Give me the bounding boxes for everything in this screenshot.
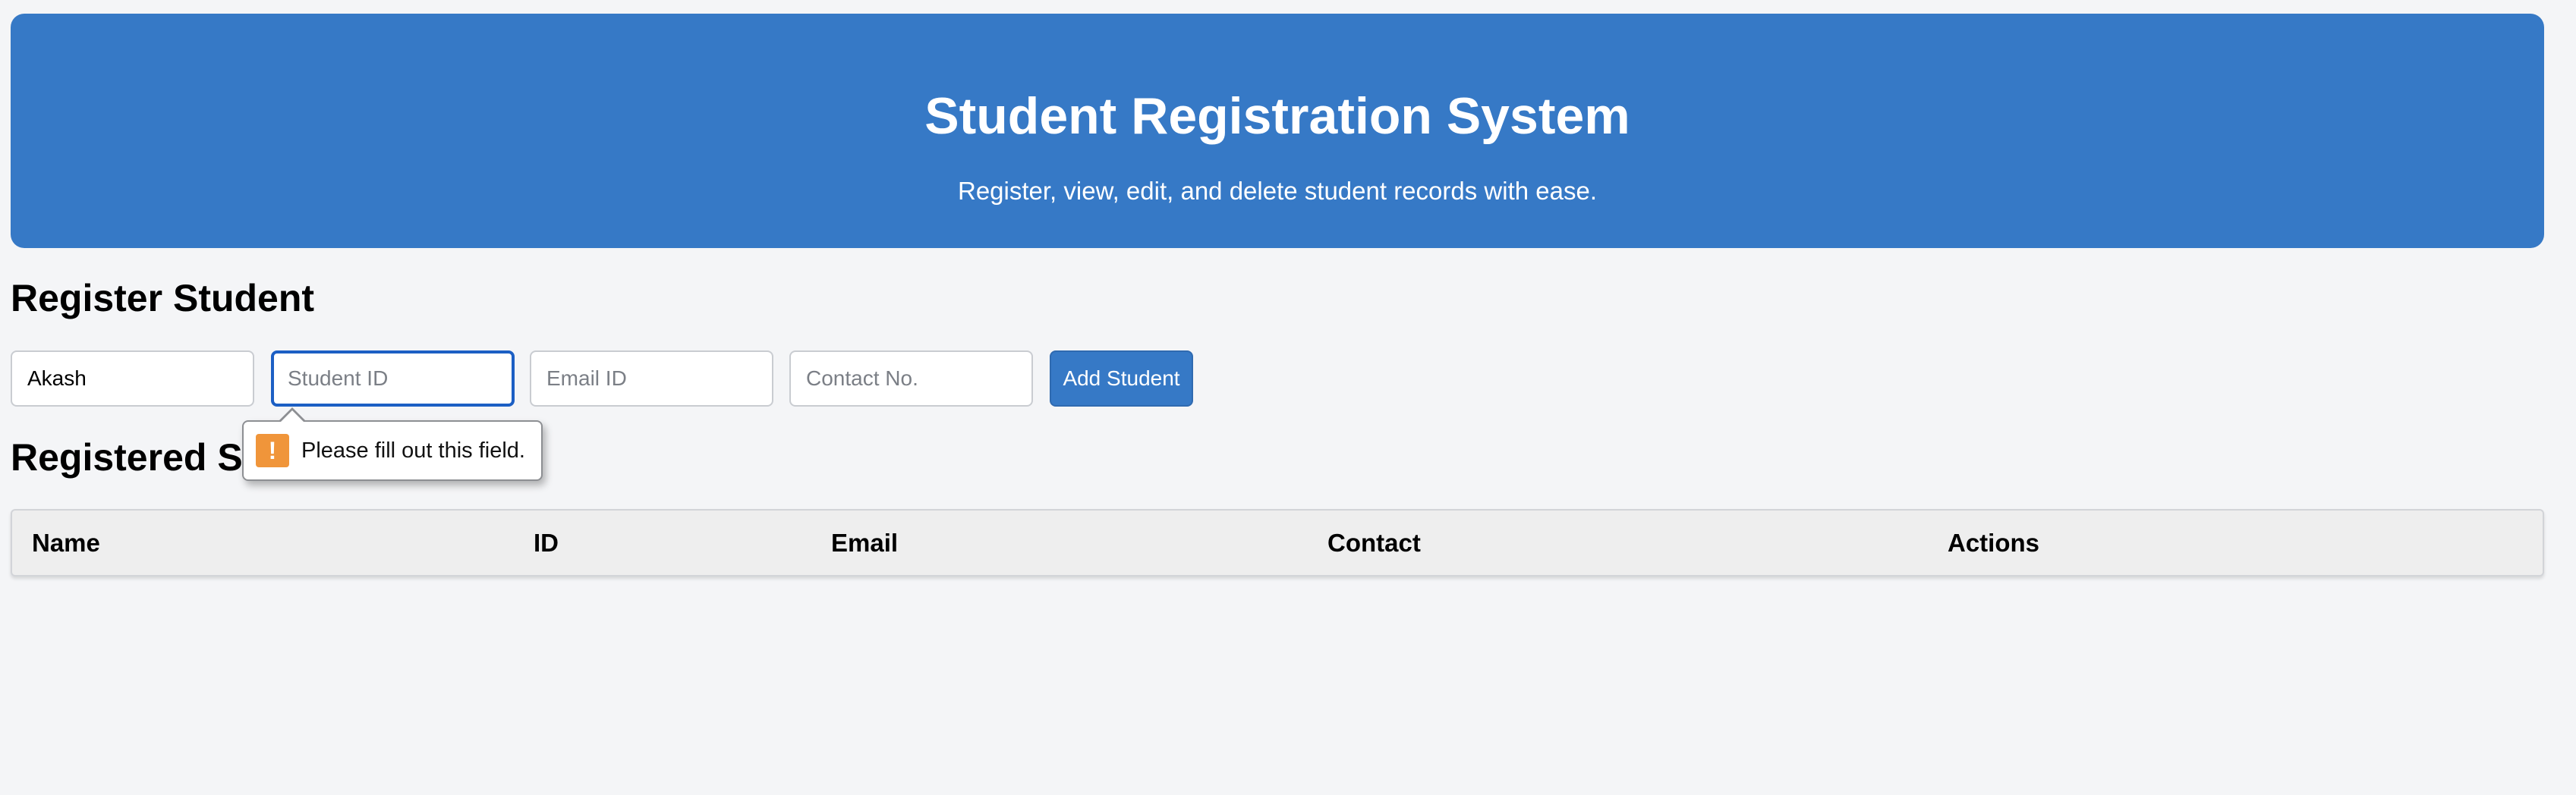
column-header-contact: Contact xyxy=(1327,529,1421,557)
student-id-input[interactable] xyxy=(271,350,515,407)
warning-icon: ! xyxy=(256,434,289,467)
page-title: Student Registration System xyxy=(924,87,1630,145)
column-header-id: ID xyxy=(534,529,559,557)
name-input[interactable] xyxy=(11,350,254,407)
add-student-button[interactable]: Add Student xyxy=(1050,350,1193,407)
students-table: Name ID Email Contact Actions xyxy=(11,509,2544,577)
validation-message: Please fill out this field. xyxy=(301,438,525,463)
contact-input[interactable] xyxy=(789,350,1033,407)
column-header-actions: Actions xyxy=(1948,529,2040,557)
register-section-title: Register Student xyxy=(11,277,315,319)
column-header-email: Email xyxy=(831,529,899,557)
column-header-name: Name xyxy=(32,529,100,557)
email-input[interactable] xyxy=(530,350,773,407)
page-header: Student Registration System Register, vi… xyxy=(11,14,2544,248)
page-subtitle: Register, view, edit, and delete student… xyxy=(958,177,1597,205)
validation-tooltip: ! Please fill out this field. xyxy=(242,407,543,481)
